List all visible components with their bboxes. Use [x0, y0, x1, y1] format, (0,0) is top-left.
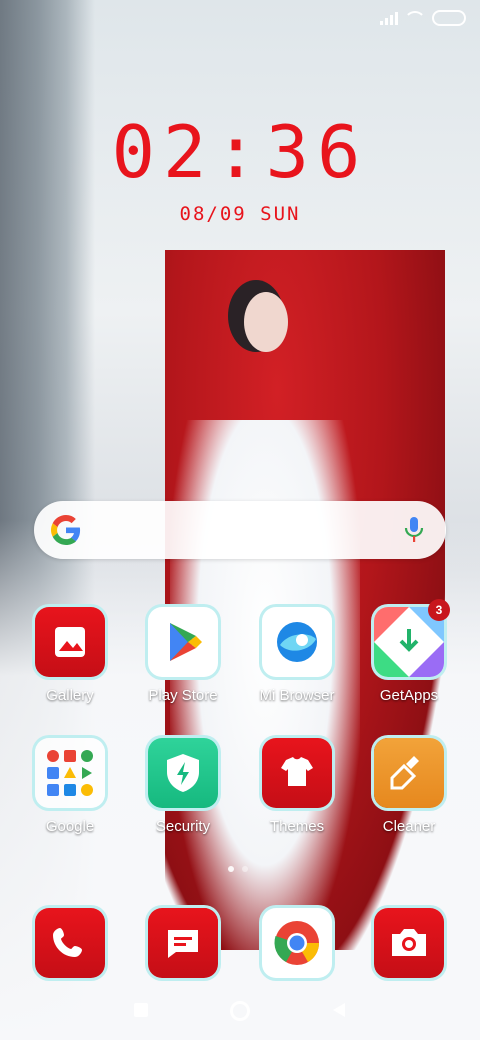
chrome-icon: [262, 908, 332, 978]
battery-icon: [432, 10, 466, 26]
security-icon: [148, 738, 218, 808]
camera-icon: [374, 908, 444, 978]
app-label: Cleaner: [382, 818, 436, 835]
dock-chrome[interactable]: [242, 908, 352, 978]
microphone-icon[interactable]: [404, 516, 424, 544]
app-label: Themes: [269, 818, 325, 835]
home-icon[interactable]: [229, 1000, 251, 1027]
app-security[interactable]: Security: [128, 738, 238, 835]
google-folder-icon: [35, 738, 105, 808]
dock-phone[interactable]: [15, 908, 125, 978]
navigation-bar: [0, 990, 480, 1040]
app-label: Mi Browser: [259, 687, 335, 704]
app-label: GetApps: [379, 687, 439, 704]
cleaner-icon: [374, 738, 444, 808]
recents-icon[interactable]: [133, 1002, 149, 1023]
app-getapps[interactable]: 3 GetApps: [354, 599, 464, 704]
page-dot-active: [228, 866, 234, 872]
signal-icon: [380, 11, 398, 25]
google-g-icon: [51, 515, 81, 545]
browser-icon: [262, 607, 332, 677]
dock-camera[interactable]: [354, 908, 464, 978]
play-store-icon: [148, 607, 218, 677]
google-search-bar[interactable]: [34, 501, 446, 559]
app-play-store[interactable]: Play Store: [128, 607, 238, 704]
status-bar: [380, 10, 466, 26]
gallery-icon: [35, 607, 105, 677]
page-indicator: [228, 866, 248, 872]
clock-date[interactable]: 08/09 SUN: [0, 203, 480, 225]
app-mi-browser[interactable]: Mi Browser: [242, 607, 352, 704]
clock-time[interactable]: 02:36: [0, 110, 480, 194]
back-icon[interactable]: [331, 1002, 347, 1023]
app-label: Security: [155, 818, 211, 835]
phone-icon: [35, 908, 105, 978]
app-cleaner[interactable]: Cleaner: [354, 738, 464, 835]
app-label: Google: [45, 818, 95, 835]
messages-icon: [148, 908, 218, 978]
notification-badge: 3: [428, 599, 450, 621]
app-gallery[interactable]: Gallery: [15, 607, 125, 704]
getapps-icon: 3: [374, 599, 450, 677]
dock-messages[interactable]: [128, 908, 238, 978]
app-themes[interactable]: Themes: [242, 738, 352, 835]
folder-google[interactable]: Google: [15, 738, 125, 835]
themes-icon: [262, 738, 332, 808]
app-label: Gallery: [46, 687, 94, 704]
app-label: Play Store: [148, 687, 218, 704]
wifi-icon: [404, 11, 426, 25]
page-dot: [242, 866, 248, 872]
